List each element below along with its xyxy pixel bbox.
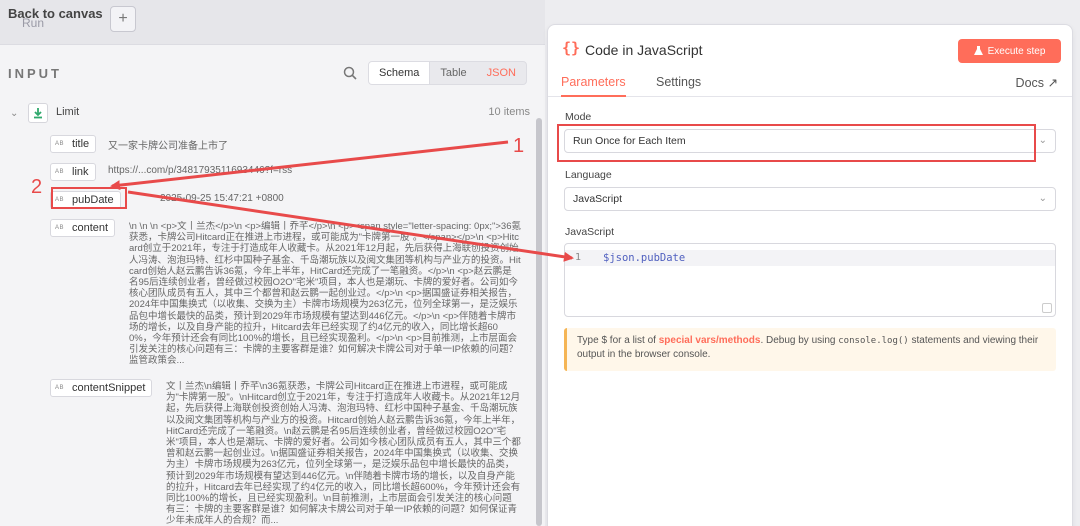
code-editor[interactable]: 1 $json.pubDate [564, 243, 1056, 317]
annotation-number-2: 2 [31, 176, 43, 198]
search-icon[interactable] [343, 66, 357, 80]
field-tag-link[interactable]: AB link [50, 163, 96, 181]
node-title[interactable]: Code in JavaScript [585, 42, 703, 58]
field-name: content [72, 222, 109, 234]
annotation-number-1: 1 [513, 135, 525, 157]
input-scrollbar[interactable] [536, 118, 542, 526]
field-value: https://...com/p/3481793511693446?f=rss [108, 165, 293, 176]
hint-callout: Type $ for a list of special vars/method… [564, 328, 1056, 371]
add-node-button[interactable]: + [110, 6, 136, 32]
execute-step-button[interactable]: Execute step [958, 39, 1061, 63]
chevron-down-icon: ⌄ [1038, 135, 1047, 146]
items-count: 10 items [488, 106, 530, 118]
tab-settings[interactable]: Settings [656, 75, 701, 89]
field-contentsnippet[interactable]: AB contentSnippet [50, 379, 153, 397]
limit-node-icon [28, 103, 48, 123]
field-name: link [72, 166, 89, 178]
mode-label: Mode [565, 111, 592, 123]
input-panel: INPUT Schema Table JSON ⌄ Limit 10 items… [0, 44, 545, 526]
hint-mid: . Debug by using [760, 335, 839, 346]
external-link-icon: ↗ [1047, 76, 1058, 90]
code-braces-icon: {} [562, 39, 581, 57]
language-select[interactable]: JavaScript ⌄ [564, 187, 1056, 211]
expand-editor-icon[interactable] [1042, 303, 1052, 313]
tab-schema[interactable]: Schema [369, 62, 431, 84]
hint-prefix: Type $ for a list of [577, 335, 659, 346]
string-type-icon: AB [55, 385, 65, 391]
string-type-icon: AB [55, 141, 65, 147]
top-bar: Run Back to canvas + [0, 0, 545, 44]
tab-parameters[interactable]: Parameters [561, 75, 626, 97]
field-content-value: \n \n \n <p>文丨兰杰</p>\n <p>编辑丨乔芊</p>\n <p… [129, 221, 521, 367]
field-value: 又一家卡牌公司准备上市了 [108, 141, 228, 152]
annotation-box-mode [557, 124, 1036, 162]
tab-table[interactable]: Table [430, 62, 476, 84]
field-content[interactable]: AB content [50, 219, 116, 237]
field-value: 2025-09-25 15:47:21 +0800 [160, 193, 284, 204]
line-number: 1 [575, 252, 582, 263]
execute-step-label: Execute step [987, 45, 1046, 57]
field-tag-title[interactable]: AB title [50, 135, 97, 153]
string-type-icon: AB [55, 225, 65, 231]
code-node-panel: {} Code in JavaScript Execute step Param… [547, 24, 1073, 526]
field-name: title [72, 138, 90, 150]
field-tag-content[interactable]: AB content [50, 219, 116, 237]
input-title: INPUT [8, 66, 62, 81]
field-tag-contentsnippet[interactable]: AB contentSnippet [50, 379, 153, 397]
field-link[interactable]: AB link https://...com/p/3481793511693446… [50, 163, 292, 181]
view-toggle: Schema Table JSON [368, 61, 527, 85]
hint-code: console.log() [838, 336, 909, 346]
string-type-icon: AB [55, 169, 65, 175]
limit-label: Limit [56, 106, 80, 118]
flask-icon [973, 46, 983, 55]
back-to-canvas-button[interactable]: Back to canvas [8, 6, 103, 21]
language-label: Language [565, 169, 612, 181]
docs-label: Docs [1015, 76, 1045, 90]
special-vars-link[interactable]: special vars/methods [659, 335, 761, 346]
annotation-box-pubdate [51, 187, 127, 209]
code-label: JavaScript [565, 226, 615, 238]
node-tabs: Parameters Settings Docs ↗ [548, 69, 1072, 97]
limit-node-row[interactable]: ⌄ Limit 10 items [10, 103, 530, 123]
field-name: contentSnippet [72, 382, 146, 394]
field-contentsnippet-value: 文丨兰杰\n编辑丨乔芊\n36氪获悉，卡牌公司Hitcard正在推进上市进程，或… [166, 381, 521, 526]
docs-link[interactable]: Docs ↗ [1016, 75, 1058, 90]
field-title[interactable]: AB title 又一家卡牌公司准备上市了 [50, 135, 228, 153]
code-text[interactable]: $json.pubDate [603, 252, 685, 264]
tab-json[interactable]: JSON [477, 62, 526, 84]
chevron-down-icon[interactable]: ⌄ [10, 108, 18, 119]
language-value: JavaScript [573, 193, 623, 205]
chevron-down-icon: ⌄ [1038, 193, 1047, 204]
